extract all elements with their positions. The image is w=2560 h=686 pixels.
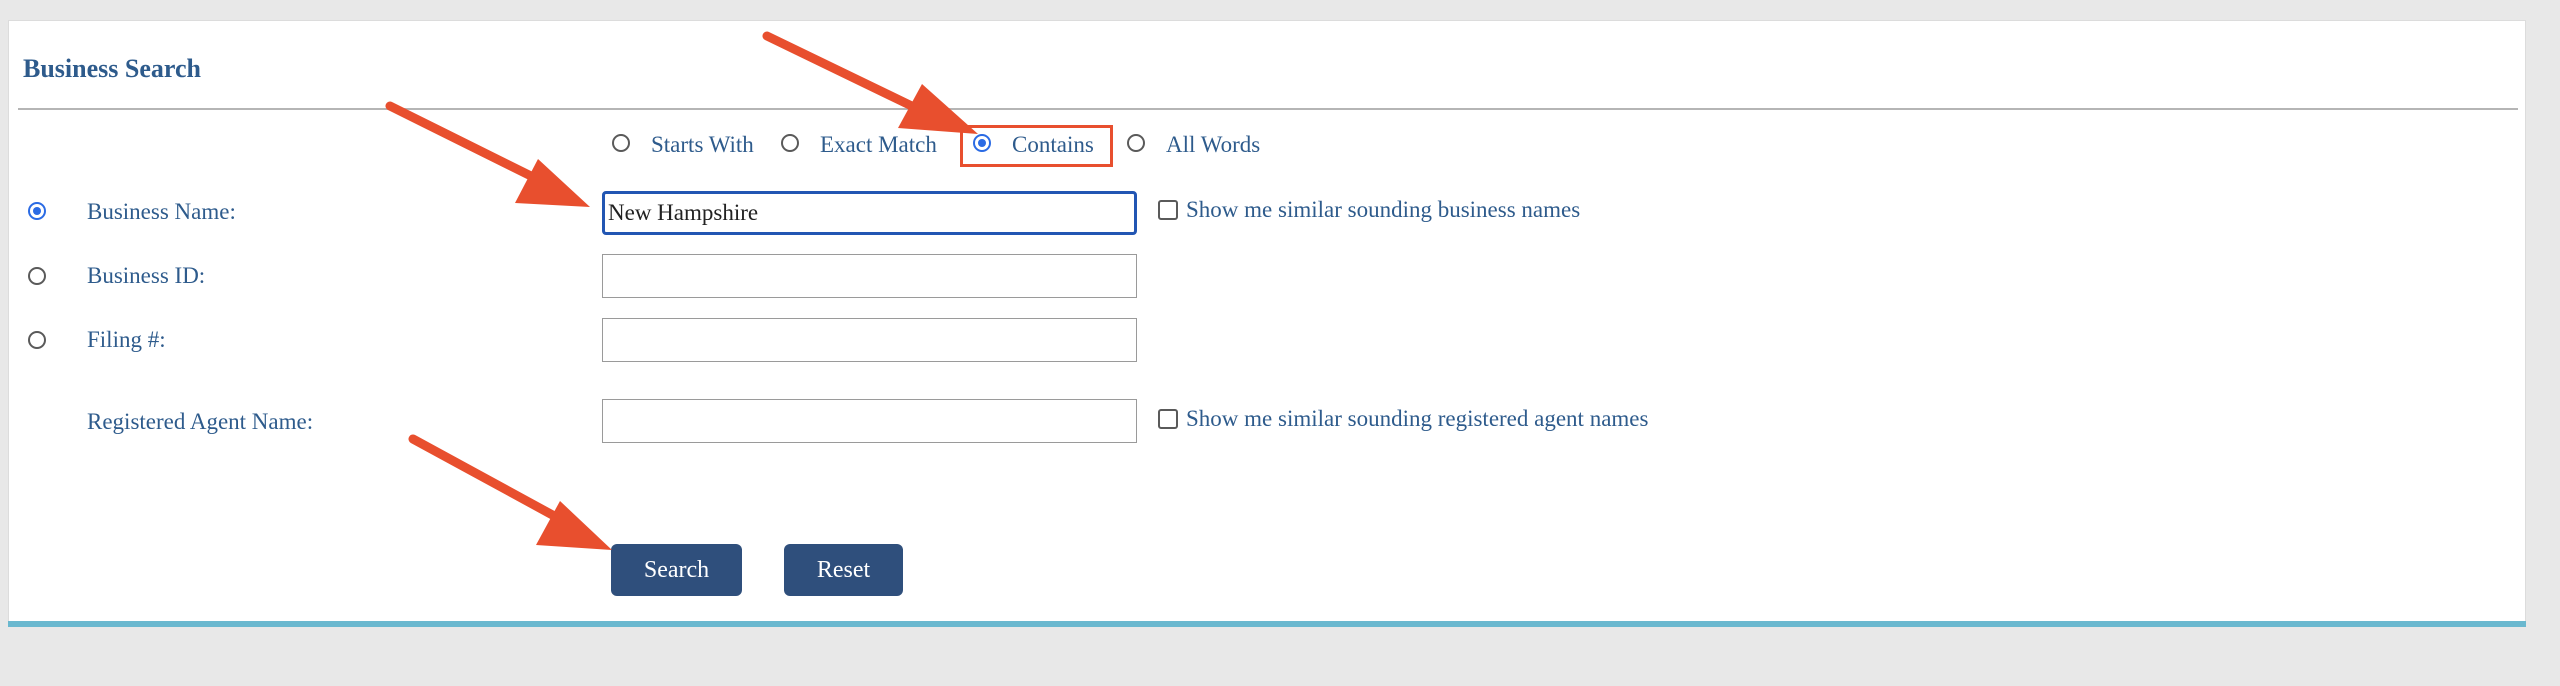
similar-business-label: Show me similar sounding business names xyxy=(1186,197,1581,222)
radio-all-words[interactable] xyxy=(1127,134,1145,152)
business-name-input[interactable] xyxy=(602,191,1137,235)
radio-starts-with[interactable] xyxy=(612,134,630,152)
label-filing-number: Filing #: xyxy=(87,327,166,352)
radio-filing-number[interactable] xyxy=(28,331,46,349)
similar-agent-checkbox[interactable] xyxy=(1158,409,1178,429)
page-title: Business Search xyxy=(23,54,201,83)
panel-bottom-bar xyxy=(8,621,2526,627)
title-divider xyxy=(18,108,2518,110)
search-panel xyxy=(8,20,2526,624)
similar-business-checkbox[interactable] xyxy=(1158,200,1178,220)
business-id-input[interactable] xyxy=(602,254,1137,298)
radio-exact-match[interactable] xyxy=(781,134,799,152)
radio-business-id[interactable] xyxy=(28,267,46,285)
label-registered-agent: Registered Agent Name: xyxy=(87,409,314,434)
reset-button[interactable]: Reset xyxy=(784,544,903,596)
label-starts-with: Starts With xyxy=(651,132,754,157)
contains-highlight-box xyxy=(960,125,1113,167)
label-business-id: Business ID: xyxy=(87,263,206,288)
similar-agent-label: Show me similar sounding registered agen… xyxy=(1186,406,1649,431)
label-all-words: All Words xyxy=(1166,132,1261,157)
radio-business-name[interactable] xyxy=(28,202,46,220)
filing-number-input[interactable] xyxy=(602,318,1137,362)
label-exact-match: Exact Match xyxy=(820,132,937,157)
registered-agent-input[interactable] xyxy=(602,399,1137,443)
label-business-name: Business Name: xyxy=(87,199,236,224)
search-button[interactable]: Search xyxy=(611,544,742,596)
